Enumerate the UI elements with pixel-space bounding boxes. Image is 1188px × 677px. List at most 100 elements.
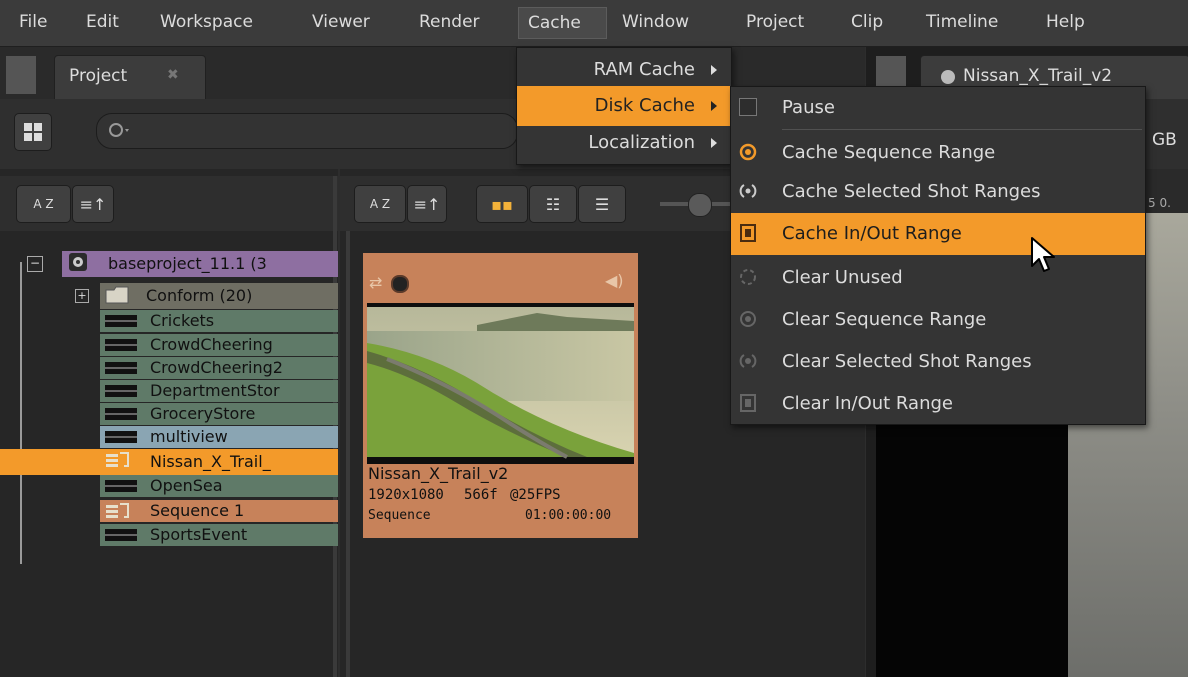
pause-label: Pause <box>782 97 835 118</box>
tree-item[interactable]: DepartmentStor <box>100 380 338 402</box>
tree-item[interactable]: Sequence 1 <box>100 500 338 522</box>
radio-active-icon <box>739 143 757 161</box>
zoom-slider-handle[interactable] <box>688 193 712 217</box>
submenu-item-pause[interactable]: Pause <box>731 87 1145 129</box>
record-icon <box>391 275 409 293</box>
tree-item[interactable]: Crickets <box>100 310 338 332</box>
cache-sequence-range-label: Cache Sequence Range <box>782 142 996 163</box>
submenu-item-cache-selected-shot-ranges[interactable]: Cache Selected Shot Ranges <box>731 171 1145 213</box>
clear-unused-label: Clear Unused <box>782 267 903 288</box>
cache-menu: RAM Cache Disk Cache Localization <box>516 47 732 165</box>
menu-edit[interactable]: Edit <box>77 7 128 39</box>
speaker-icon: ◀) <box>605 271 624 290</box>
tree-item-label: Nissan_X_Trail_ <box>150 452 271 471</box>
clip-icon <box>104 335 138 356</box>
viewer-tab-label: Nissan_X_Trail_v2 <box>963 66 1113 86</box>
clip-timecode: 01:00:00:00 <box>525 508 612 523</box>
tree-item[interactable]: CrowdCheering2 <box>100 357 338 379</box>
clip-type: Sequence <box>368 508 431 523</box>
folder-icon <box>104 284 130 309</box>
tree-line <box>20 262 22 564</box>
submenu-arrow-icon <box>711 65 717 75</box>
menu-item-disk-cache[interactable]: Disk Cache <box>517 86 731 126</box>
menu-window[interactable]: Window <box>613 7 698 39</box>
tree-item[interactable]: SportsEvent <box>100 524 338 546</box>
sequence-icon: ⇄ <box>369 273 383 292</box>
sort-az-icon: A Z <box>369 197 391 211</box>
radio-icon <box>739 184 757 198</box>
thumbnail-view-button[interactable]: ▪▪ <box>476 185 528 223</box>
sort-arrow-icon: ≡↑ <box>79 194 107 214</box>
cache-selected-shot-ranges-label: Cache Selected Shot Ranges <box>782 181 1041 202</box>
clear-sequence-range-label: Clear Sequence Range <box>782 309 987 330</box>
submenu-item-clear-selected-shot-ranges[interactable]: Clear Selected Shot Ranges <box>731 341 1145 383</box>
view-toggle-button[interactable] <box>14 113 52 151</box>
tree-item-label: OpenSea <box>150 476 223 495</box>
tree-item[interactable]: GroceryStore <box>100 403 338 425</box>
menu-item-localization[interactable]: Localization <box>517 123 731 163</box>
clip-card[interactable]: ⇄ ◀) Nissan_X_Trail_v2 1920x1080 566f @2… <box>363 253 638 538</box>
search-input[interactable] <box>96 113 518 149</box>
clear-in-out-range-label: Clear In/Out Range <box>782 393 953 414</box>
panel-grip[interactable] <box>6 56 36 94</box>
view-sort-order-button[interactable]: ≡↑ <box>407 185 447 223</box>
tree-item[interactable]: baseproject_11.1 (3 <box>62 251 338 277</box>
project-tab[interactable]: Project ✖ <box>54 55 206 100</box>
tree-item[interactable]: multiview <box>100 426 338 448</box>
submenu-item-cache-sequence-range[interactable]: Cache Sequence Range <box>731 132 1145 174</box>
tree-item[interactable]: Nissan_X_Trail_ <box>0 449 338 475</box>
menu-workspace[interactable]: Workspace <box>151 7 262 39</box>
tree-item-label: baseproject_11.1 (3 <box>108 254 267 273</box>
list-view-button[interactable]: ☰ <box>578 185 626 223</box>
channel-label[interactable]: GB <box>1152 130 1177 150</box>
grid-icon <box>15 114 51 150</box>
submenu-item-clear-sequence-range[interactable]: Clear Sequence Range <box>731 299 1145 341</box>
menu-item-ram-cache[interactable]: RAM Cache <box>517 50 731 90</box>
clip-icon <box>104 404 138 425</box>
close-icon[interactable]: ✖ <box>167 67 179 83</box>
checkbox-icon[interactable] <box>739 98 757 116</box>
menu-separator <box>782 129 1142 130</box>
sort-az-button[interactable]: A Z <box>16 185 71 223</box>
sort-az-icon: A Z <box>33 197 54 211</box>
menu-help[interactable]: Help <box>1037 7 1094 39</box>
tree-item-label: multiview <box>150 427 228 446</box>
clear-selected-shot-ranges-label: Clear Selected Shot Ranges <box>782 351 1032 372</box>
clip-icon <box>104 381 138 402</box>
clip-thumbnail <box>367 303 634 460</box>
sort-order-button[interactable]: ≡↑ <box>72 185 114 223</box>
menu-viewer[interactable]: Viewer <box>303 7 379 39</box>
clip-fps: @25FPS <box>510 487 561 503</box>
frame-hint: 5 0. <box>1148 196 1171 210</box>
thumbnail-grid-icon: ▪▪ <box>491 194 513 214</box>
submenu-item-cache-in-out-range[interactable]: Cache In/Out Range <box>731 213 1145 255</box>
submenu-item-clear-in-out-range[interactable]: Clear In/Out Range <box>731 383 1145 425</box>
clip-frames: 566f <box>464 487 498 503</box>
expand-icon[interactable]: + <box>75 289 89 303</box>
tree-item[interactable]: OpenSea <box>100 475 338 497</box>
menu-cache[interactable]: Cache <box>518 7 607 39</box>
clip-icon <box>104 358 138 379</box>
detail-view-button[interactable]: ☷ <box>529 185 577 223</box>
submenu-arrow-icon <box>711 138 717 148</box>
clip-name: Nissan_X_Trail_v2 <box>368 464 509 483</box>
menu-timeline[interactable]: Timeline <box>917 7 1007 39</box>
clip-icon <box>104 476 138 497</box>
menu-render[interactable]: Render <box>410 7 489 39</box>
tree-item[interactable]: CrowdCheering <box>100 334 338 356</box>
tree-item-label: SportsEvent <box>150 525 248 544</box>
ram-cache-label: RAM Cache <box>593 59 695 80</box>
menu-project[interactable]: Project <box>737 7 813 39</box>
menu-file[interactable]: File <box>10 7 56 39</box>
project-tab-label: Project <box>69 66 128 86</box>
clear-unused-icon <box>740 269 756 285</box>
menu-clip[interactable]: Clip <box>842 7 892 39</box>
view-sort-az-button[interactable]: A Z <box>354 185 406 223</box>
tree-item[interactable]: Conform (20) <box>100 283 338 309</box>
tree-item-label: CrowdCheering <box>150 335 273 354</box>
clip-icon <box>104 311 138 332</box>
search-icon <box>109 123 129 137</box>
film-range-icon <box>740 224 756 242</box>
collapse-icon[interactable]: − <box>27 256 43 272</box>
submenu-item-clear-unused[interactable]: Clear Unused <box>731 257 1145 299</box>
